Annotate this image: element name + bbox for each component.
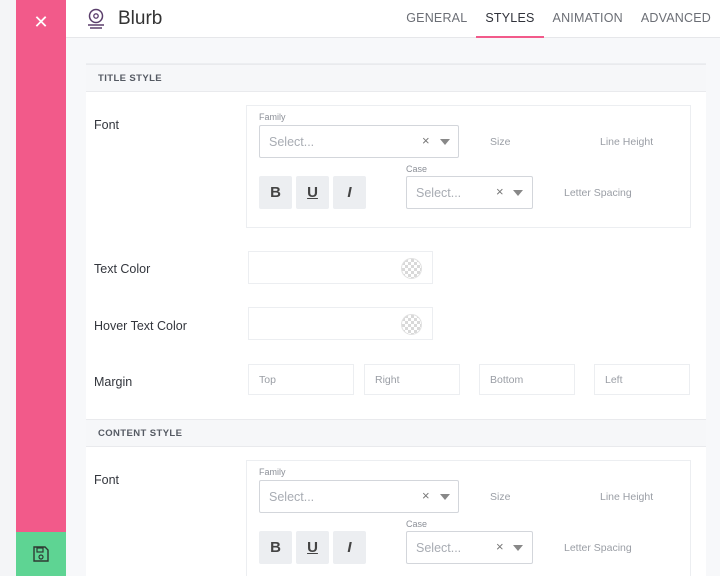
clear-icon[interactable]: × <box>496 539 504 554</box>
main-content: Blurb GENERAL STYLES ANIMATION ADVANCED … <box>66 0 720 576</box>
title-style-heading: TITLE STYLE <box>86 64 706 92</box>
content-family-select[interactable]: Select... × <box>259 480 459 513</box>
left-edge <box>0 0 16 576</box>
app-window: ✕ Blurb GENERAL STYLES ANIMATION ADVANCE… <box>0 0 720 576</box>
header: Blurb GENERAL STYLES ANIMATION ADVANCED <box>66 0 720 38</box>
color-swatch-icon[interactable] <box>401 314 422 335</box>
color-swatch-icon[interactable] <box>401 258 422 279</box>
margin-top-field[interactable]: Top <box>248 364 354 395</box>
content-style-heading: CONTENT STYLE <box>86 419 706 447</box>
text-color-label: Text Color <box>94 262 151 276</box>
clear-icon[interactable]: × <box>422 133 430 148</box>
close-button[interactable]: ✕ <box>16 0 66 44</box>
chevron-down-icon[interactable] <box>513 190 523 196</box>
margin-right-field[interactable]: Right <box>364 364 460 395</box>
hover-text-color-picker[interactable] <box>248 307 433 340</box>
content-size-field[interactable]: Size <box>490 491 510 503</box>
title-case-label: Case <box>406 164 428 174</box>
tab-general[interactable]: GENERAL <box>397 0 476 38</box>
tab-animation[interactable]: ANIMATION <box>544 0 632 38</box>
content-line-height-field[interactable]: Line Height <box>600 491 653 503</box>
underline-button[interactable]: U <box>296 531 329 564</box>
chevron-down-icon[interactable] <box>440 139 450 145</box>
blurb-icon <box>88 8 104 29</box>
tab-advanced[interactable]: ADVANCED <box>632 0 720 38</box>
margin-left-field[interactable]: Left <box>594 364 690 395</box>
content-case-placeholder: Select... <box>416 541 462 555</box>
content-font-label: Font <box>94 473 120 487</box>
content-case-label: Case <box>406 519 428 529</box>
title-font-label: Font <box>94 118 120 132</box>
content-family-label: Family <box>259 467 286 477</box>
module-title: Blurb <box>118 8 163 29</box>
chevron-down-icon[interactable] <box>513 545 523 551</box>
title-family-placeholder: Select... <box>269 135 315 149</box>
clear-icon[interactable]: × <box>496 184 504 199</box>
styles-panel: TITLE STYLE Font Family Select... × Size… <box>86 63 706 576</box>
margin-label: Margin <box>94 375 133 389</box>
title-line-height-field[interactable]: Line Height <box>600 136 653 148</box>
title-family-label: Family <box>259 112 286 122</box>
italic-button[interactable]: I <box>333 176 366 209</box>
content-family-placeholder: Select... <box>269 490 315 504</box>
chevron-down-icon[interactable] <box>440 494 450 500</box>
hover-text-color-label: Hover Text Color <box>94 319 187 333</box>
sidebar: ✕ <box>16 0 66 576</box>
save-icon <box>33 546 49 562</box>
bold-button[interactable]: B <box>259 531 292 564</box>
clear-icon[interactable]: × <box>422 488 430 503</box>
title-font-group: Family Select... × Size Line Height B U … <box>246 105 691 228</box>
title-size-field[interactable]: Size <box>490 136 510 148</box>
margin-bottom-field[interactable]: Bottom <box>479 364 575 395</box>
save-button[interactable] <box>16 532 66 576</box>
title-case-placeholder: Select... <box>416 186 462 200</box>
text-color-picker[interactable] <box>248 251 433 284</box>
close-icon: ✕ <box>33 11 49 32</box>
tab-bar: GENERAL STYLES ANIMATION ADVANCED <box>397 0 720 38</box>
italic-button[interactable]: I <box>333 531 366 564</box>
content-letter-spacing-field[interactable]: Letter Spacing <box>564 542 632 554</box>
content-case-select[interactable]: Select... × <box>406 531 533 564</box>
underline-button[interactable]: U <box>296 176 329 209</box>
title-letter-spacing-field[interactable]: Letter Spacing <box>564 187 632 199</box>
title-case-select[interactable]: Select... × <box>406 176 533 209</box>
title-family-select[interactable]: Select... × <box>259 125 459 158</box>
content-font-group: Family Select... × Size Line Height B U … <box>246 460 691 576</box>
tab-styles[interactable]: STYLES <box>476 0 544 38</box>
bold-button[interactable]: B <box>259 176 292 209</box>
